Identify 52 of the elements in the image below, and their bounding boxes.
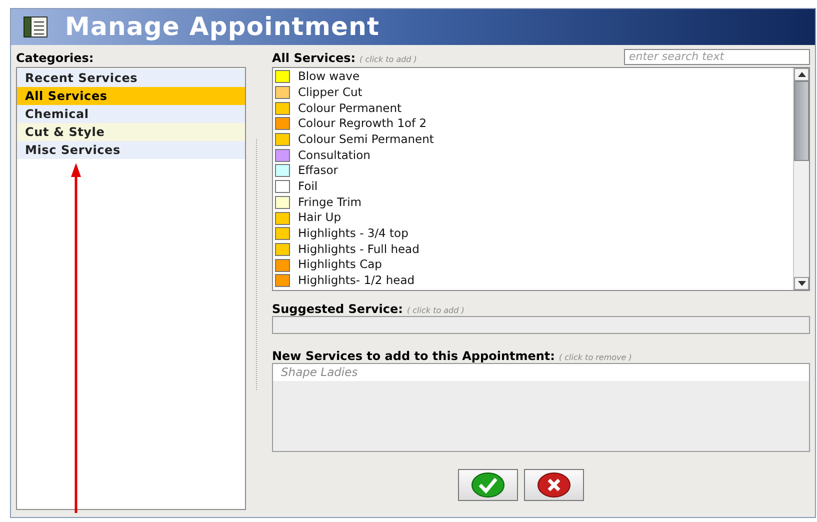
scrollbar[interactable] [793,68,809,290]
click-to-remove-hint: ( click to remove ) [558,352,632,364]
scroll-thumb[interactable] [794,81,809,161]
service-item[interactable]: Highlights - Full head [273,242,793,258]
service-name: Consultation [298,146,370,164]
close-icon [537,472,571,498]
service-name: Colour Permanent [298,100,402,117]
service-item[interactable]: Colour Regrowth 1of 2 [273,116,793,132]
category-item[interactable]: Chemical [17,105,245,123]
service-item[interactable]: Consultation [273,147,793,164]
scroll-up-icon[interactable] [794,68,809,81]
service-item[interactable]: Highlights - 3/4 top [273,226,793,242]
service-name: Foil [298,178,318,196]
service-name: Highlights- 1/2 head [298,272,415,290]
category-item[interactable]: Misc Services [17,141,245,159]
confirm-button[interactable] [458,469,518,501]
all-services-label: All Services: [272,50,356,67]
scroll-down-icon[interactable] [794,277,809,290]
service-item[interactable]: Effasor [273,163,793,179]
category-item[interactable]: Cut & Style [17,123,245,141]
categories-label: Categories: [16,50,95,67]
service-item[interactable]: Clipper Cut [273,84,793,100]
service-name: Highlights - 3/4 top [298,225,408,242]
service-name: Clipper Cut [298,84,362,101]
service-name: Highlights - Full head [298,240,420,258]
category-item[interactable]: Recent Services [17,69,245,87]
book-icon [23,15,49,39]
service-name: Colour Regrowth 1of 2 [298,115,427,132]
click-to-add-hint: ( click to add ) [360,54,417,66]
service-name: Hair Up [298,209,341,226]
service-name: Blow wave [298,68,360,86]
service-item[interactable]: Blow wave [273,69,793,85]
category-item[interactable]: All Services [17,87,245,105]
service-item[interactable]: Foil [273,178,793,194]
click-to-add-hint: ( click to add ) [406,305,464,317]
service-name: Fringe Trim [298,194,362,211]
search-field[interactable]: enter search text [624,49,810,65]
service-name: Colour Semi Permanent [298,130,434,148]
service-item[interactable]: Colour Semi Permanent [273,132,793,148]
window-title: Manage Appointment [65,11,380,44]
service-name: Highlights Cap [298,256,382,274]
new-service-item[interactable]: Shape Ladies [273,364,809,381]
service-item[interactable]: Highlights- 1/2 head [273,272,793,289]
service-item[interactable]: Hair Up [273,210,793,226]
cancel-button[interactable] [524,469,584,501]
new-services-label: New Services to add to this Appointment: [272,348,555,365]
service-item[interactable]: Highlights Cap [273,257,793,273]
service-item[interactable]: Fringe Trim [273,194,793,210]
check-icon [471,472,505,498]
service-item[interactable]: Colour Permanent [273,100,793,116]
suggested-service-label: Suggested Service: [272,301,403,318]
service-name: Effasor [298,162,338,180]
